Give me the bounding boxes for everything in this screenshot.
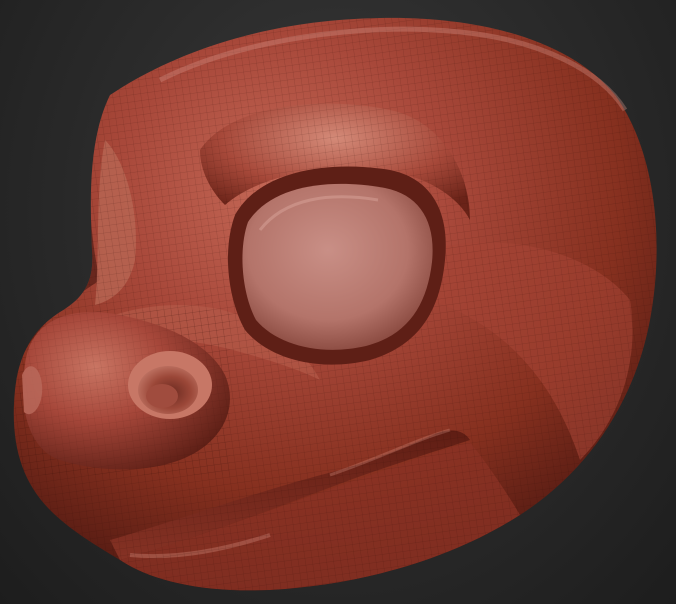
viewport-canvas[interactable] — [0, 0, 676, 604]
sculpt-model[interactable] — [0, 0, 676, 604]
eye-socket — [227, 166, 446, 365]
nostril — [128, 351, 212, 419]
